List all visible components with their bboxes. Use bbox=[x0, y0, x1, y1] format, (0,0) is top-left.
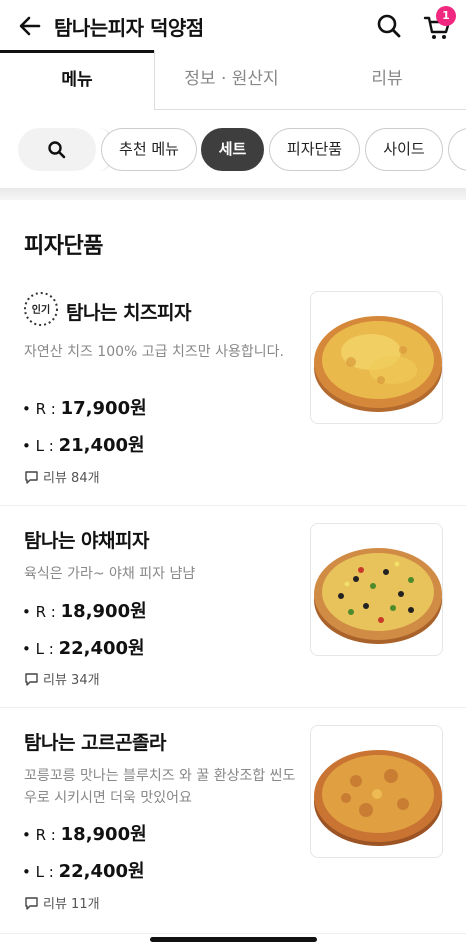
search-icon bbox=[377, 14, 401, 38]
comment-icon bbox=[25, 673, 38, 686]
tab-menu[interactable]: 메뉴 bbox=[0, 50, 154, 110]
section-separator bbox=[0, 188, 466, 200]
comment-icon bbox=[25, 897, 38, 910]
popular-badge-label: 인기 bbox=[32, 303, 50, 316]
item-description: 꼬릉꼬릉 맛나는 블루치즈 와 꿀 환상조합 씬도우로 시키시면 더욱 맛있어요 bbox=[24, 768, 296, 806]
tab-reviews[interactable]: 리뷰 bbox=[308, 50, 466, 110]
menu-item[interactable]: 인기 탐나는 치즈피자 자연산 치즈 100% 고급 치즈만 사용합니다. • … bbox=[0, 280, 466, 506]
review-count[interactable]: 리뷰 84개 bbox=[24, 467, 100, 486]
item-description: 자연산 치즈 100% 고급 치즈만 사용합니다. bbox=[24, 344, 284, 360]
item-name: 탐나는 야채피자 bbox=[24, 530, 149, 552]
pizza-image-gorgonzola bbox=[310, 725, 443, 858]
chip-single-pizza[interactable]: 피자단품 bbox=[269, 128, 360, 171]
chip-set[interactable]: 세트 bbox=[201, 128, 264, 171]
chip-more[interactable] bbox=[448, 128, 466, 171]
comment-icon bbox=[25, 471, 38, 484]
item-description: 육식은 가라~ 야채 피자 냠냠 bbox=[24, 566, 196, 582]
price-regular: • R : 18,900원 bbox=[22, 824, 147, 845]
chip-recommended[interactable]: 추천 메뉴 bbox=[101, 128, 197, 171]
review-count[interactable]: 리뷰 34개 bbox=[24, 669, 100, 688]
price-regular: • R : 17,900원 bbox=[22, 398, 147, 419]
back-arrow-icon bbox=[19, 16, 41, 36]
pizza-image-cheese bbox=[310, 291, 443, 424]
section-title: 피자단품 bbox=[24, 234, 103, 259]
item-name: 탐나는 치즈피자 bbox=[66, 302, 191, 324]
tab-info-origin[interactable]: 정보 · 원산지 bbox=[154, 50, 308, 110]
search-icon bbox=[48, 141, 66, 159]
popular-badge-icon: 인기 bbox=[24, 292, 58, 326]
back-button[interactable] bbox=[16, 12, 44, 40]
tab-bar: 메뉴 정보 · 원산지 리뷰 bbox=[0, 50, 466, 110]
review-count[interactable]: 리뷰 11개 bbox=[24, 893, 100, 912]
price-large: • L : 22,400원 bbox=[22, 861, 145, 882]
home-indicator bbox=[150, 937, 317, 942]
chip-side[interactable]: 사이드 bbox=[365, 128, 443, 171]
category-chips: 추천 메뉴 세트 피자단품 사이드 bbox=[0, 110, 466, 190]
cart-count-badge: 1 bbox=[436, 6, 456, 26]
top-bar: 탐나는피자 덕양점 1 bbox=[0, 0, 466, 52]
menu-item[interactable]: 탐나는 고르곤졸라 꼬릉꼬릉 맛나는 블루치즈 와 꿀 환상조합 씬도우로 시키… bbox=[0, 708, 466, 934]
menu-search-chip[interactable] bbox=[18, 128, 96, 171]
price-large: • L : 21,400원 bbox=[22, 435, 145, 456]
price-regular: • R : 18,900원 bbox=[22, 601, 147, 622]
price-large: • L : 22,400원 bbox=[22, 638, 145, 659]
store-title: 탐나는피자 덕양점 bbox=[54, 16, 204, 40]
menu-item[interactable]: 탐나는 야채피자 육식은 가라~ 야채 피자 냠냠 • R : 18,900원 … bbox=[0, 506, 466, 708]
item-name: 탐나는 고르곤졸라 bbox=[24, 732, 166, 754]
search-button[interactable] bbox=[376, 13, 402, 39]
pizza-image-veggie bbox=[310, 523, 443, 656]
